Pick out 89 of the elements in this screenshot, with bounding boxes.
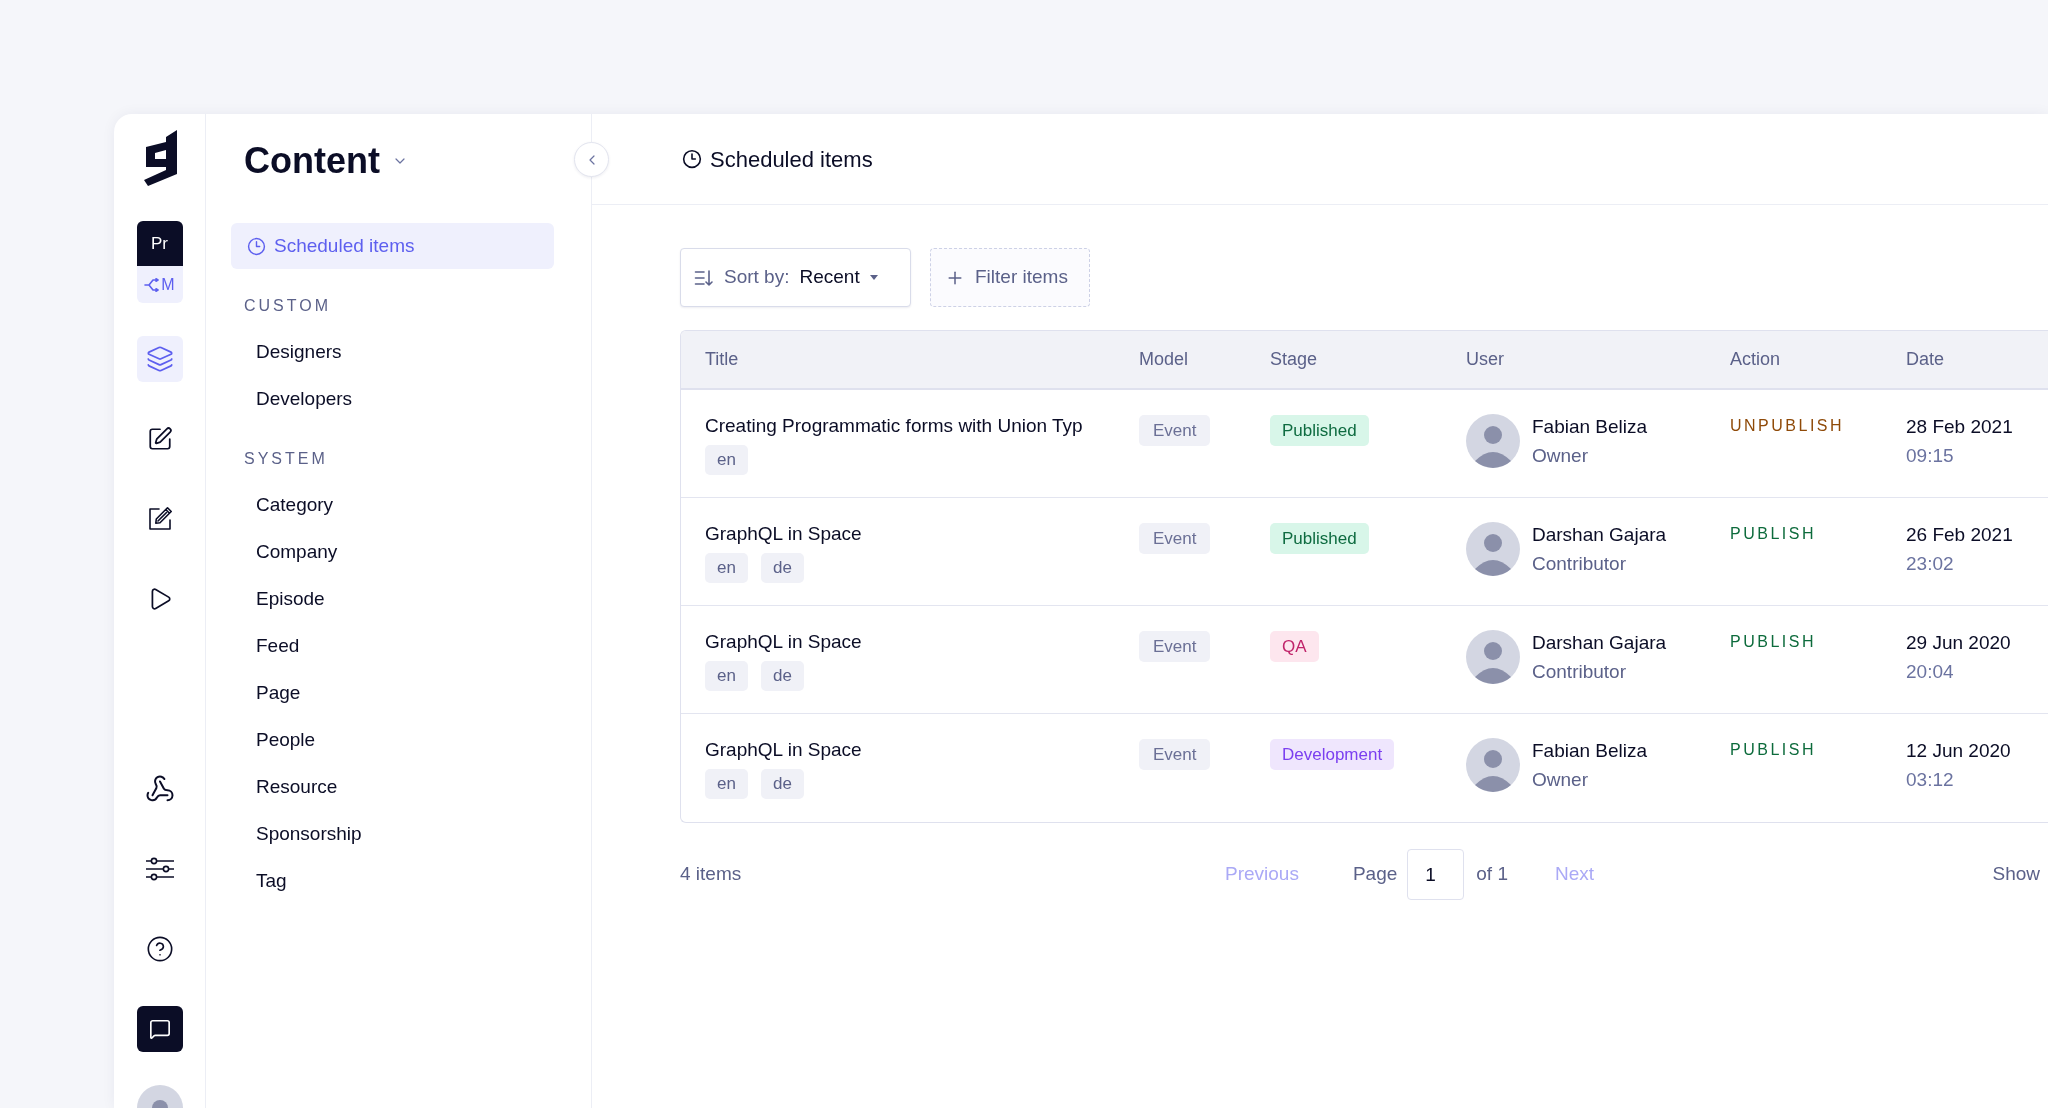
- user-name: Darshan Gajara: [1532, 523, 1667, 547]
- scheduled-time: 20:04: [1906, 660, 1954, 684]
- action-label: UNPUBLISH: [1730, 417, 1845, 434]
- scheduled-date: 26 Feb 2021: [1906, 523, 2013, 547]
- section-heading: SYSTEM: [244, 449, 328, 469]
- item-title[interactable]: GraphQL in Space: [705, 627, 862, 657]
- caret-down-icon: [869, 275, 878, 280]
- user-name: Darshan Gajara: [1532, 631, 1667, 655]
- page-label: Page: [1352, 862, 1398, 887]
- scheduled-date: 29 Jun 2020: [1906, 631, 2011, 655]
- sidebar-item[interactable]: Tag: [231, 858, 554, 905]
- layers-icon: [145, 345, 174, 373]
- locale-tag: de: [760, 769, 804, 799]
- column-header: Action: [1730, 349, 1781, 369]
- sidebar-item[interactable]: Scheduled items: [231, 223, 554, 269]
- column-header: Date: [1906, 349, 1945, 369]
- branch-icon: [144, 277, 161, 292]
- stage-tag: QA: [1270, 631, 1319, 662]
- user-name: Fabian Beliza: [1532, 739, 1648, 763]
- action-label: PUBLISH: [1730, 741, 1816, 758]
- sidebar-item[interactable]: Company: [231, 529, 554, 576]
- page-total: of 1: [1476, 862, 1508, 887]
- scheduled-date: 28 Feb 2021: [1906, 415, 2013, 439]
- scheduled-time: 09:15: [1906, 444, 1954, 468]
- avatar-icon: [1466, 738, 1520, 792]
- sidebar-item[interactable]: People: [231, 717, 554, 764]
- stage-tag: Published: [1270, 523, 1369, 554]
- stage-tag: Published: [1270, 415, 1369, 446]
- model-tag: Event: [1139, 415, 1211, 446]
- stage-tag: Development: [1270, 739, 1395, 770]
- webhook-icon[interactable]: [144, 774, 175, 804]
- column-header: User: [1466, 349, 1504, 369]
- model-tag: Event: [1139, 523, 1211, 554]
- avatar-icon: [1466, 630, 1520, 684]
- locale-tag: en: [705, 553, 748, 583]
- page-size-label: Show: [1992, 862, 2040, 887]
- locale-tag: de: [760, 553, 804, 583]
- locale-tag: en: [705, 661, 748, 691]
- sidebar-item[interactable]: Page: [231, 670, 554, 717]
- page-input[interactable]: 1: [1407, 849, 1465, 900]
- sort-icon: [694, 267, 714, 288]
- sidebar-item[interactable]: Developers: [231, 376, 554, 423]
- sidebar-item[interactable]: Sponsorship: [231, 811, 554, 858]
- edit-icon: [146, 506, 173, 532]
- user-role: Contributor: [1532, 552, 1627, 576]
- section-heading: CUSTOM: [244, 296, 332, 316]
- logo-icon[interactable]: [142, 130, 177, 186]
- sidebar-item[interactable]: Feed: [231, 623, 554, 670]
- scheduled-time: 03:12: [1906, 768, 1954, 792]
- user-role: Contributor: [1532, 660, 1627, 684]
- locale-tag: en: [705, 445, 748, 475]
- user-role: Owner: [1532, 444, 1589, 468]
- item-count: 4 items: [680, 862, 743, 887]
- item-title[interactable]: GraphQL in Space: [705, 519, 862, 549]
- model-tag: Event: [1139, 739, 1211, 770]
- chat-button[interactable]: [136, 1006, 183, 1052]
- environment-button[interactable]: M: [136, 266, 183, 303]
- sidebar-item[interactable]: Category: [231, 482, 554, 529]
- column-header: Title: [705, 349, 739, 369]
- sort-button[interactable]: Sort by: Recent: [680, 248, 911, 307]
- filter-button[interactable]: Filter items: [930, 248, 1090, 307]
- column-header: Stage: [1270, 349, 1318, 369]
- project-button[interactable]: Pr: [136, 221, 183, 266]
- scheduled-time: 23:02: [1906, 552, 1954, 576]
- action-label: PUBLISH: [1730, 525, 1816, 542]
- scheduled-date: 12 Jun 2020: [1906, 739, 2011, 763]
- sidebar-item[interactable]: Designers: [231, 329, 554, 376]
- sliders-icon[interactable]: [144, 857, 175, 881]
- edit-icon: [146, 426, 173, 452]
- clock-icon: [247, 236, 266, 256]
- help-icon[interactable]: [145, 935, 174, 963]
- sidebar-item[interactable]: Episode: [231, 576, 554, 623]
- item-title[interactable]: Creating Programmatic forms with Union Typ: [705, 411, 1083, 441]
- avatar-icon: [1466, 414, 1520, 468]
- user-name: Fabian Beliza: [1532, 415, 1648, 439]
- user-role: Owner: [1532, 768, 1589, 792]
- sidebar-item[interactable]: Resource: [231, 764, 554, 811]
- page-title: Scheduled items: [710, 145, 873, 174]
- avatar-icon[interactable]: [136, 1084, 183, 1108]
- clock-icon: [682, 149, 702, 169]
- locale-tag: en: [705, 769, 748, 799]
- chat-icon: [148, 1018, 171, 1040]
- sidebar-title[interactable]: Content: [244, 143, 380, 179]
- model-tag: Event: [1139, 631, 1211, 662]
- avatar-icon: [1466, 522, 1520, 576]
- locale-tag: de: [760, 661, 804, 691]
- item-title[interactable]: GraphQL in Space: [705, 735, 862, 765]
- action-label: PUBLISH: [1730, 633, 1816, 650]
- column-header: Model: [1139, 349, 1189, 369]
